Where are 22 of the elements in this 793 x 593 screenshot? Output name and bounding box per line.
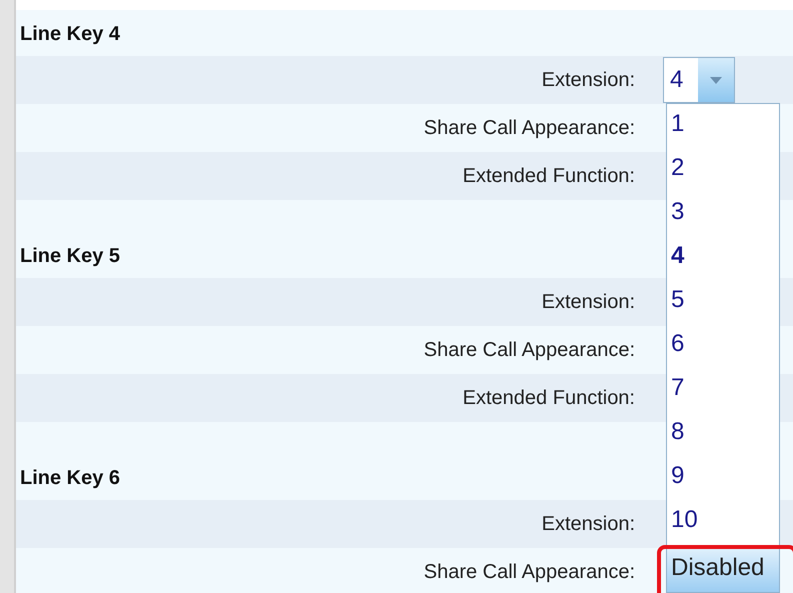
dropdown-option[interactable]: 2	[667, 148, 779, 192]
dropdown-option[interactable]: 6	[667, 324, 779, 368]
dropdown-option[interactable]: 3	[667, 192, 779, 236]
field-label: Share Call Appearance:	[422, 338, 635, 362]
dropdown-option[interactable]: 9	[667, 456, 779, 500]
dropdown-option[interactable]: 7	[667, 368, 779, 412]
section-title: Line Key 6	[20, 467, 120, 490]
dropdown-option[interactable]: 10	[667, 500, 779, 544]
field-label: Share Call Appearance:	[422, 116, 635, 140]
section-title: Line Key 4	[20, 23, 120, 46]
dropdown-option[interactable]: 1	[667, 104, 779, 148]
field-label: Extension:	[540, 290, 635, 314]
dropdown-option[interactable]: Disabled	[667, 548, 779, 592]
dropdown-option[interactable]: 5	[667, 280, 779, 324]
field-label: Extended Function:	[462, 164, 635, 188]
field-label: Extension:	[540, 68, 635, 92]
field-label: Extension:	[540, 512, 635, 536]
dropdown-option[interactable]: 4	[667, 236, 779, 280]
dropdown-option[interactable]: 8	[667, 412, 779, 456]
section-title: Line Key 5	[20, 245, 120, 268]
field-label: Share Call Appearance:	[422, 560, 635, 584]
field-label: Extended Function:	[462, 386, 635, 410]
